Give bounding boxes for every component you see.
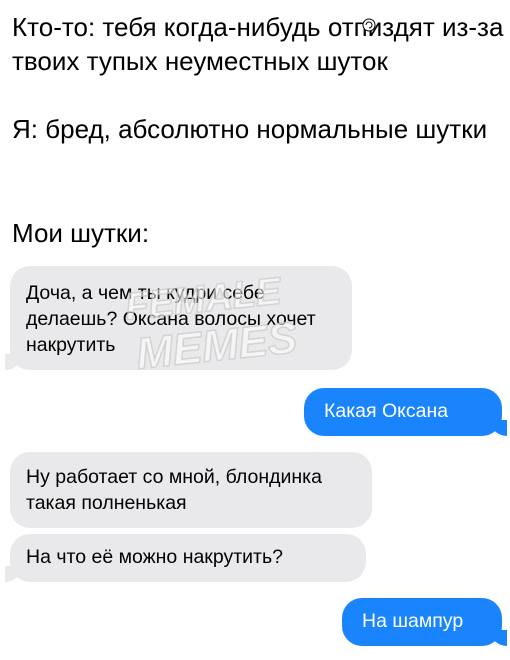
message-bubble-outgoing: На шампур <box>342 598 510 646</box>
message-text: На что её можно накрутить? <box>26 546 283 568</box>
message-bubble-incoming: На что её можно накрутить? <box>0 534 366 582</box>
message-bubble-outgoing: Какая Оксана <box>304 388 510 436</box>
caption-me: Я: бред, абсолютно нормальные шутки <box>12 114 488 144</box>
message-text: Ну работает со мной, блондинка такая пол… <box>26 466 322 514</box>
bubble-tail <box>0 350 21 370</box>
message-text: Доча, а чем ты кудри себе делаешь? Оксан… <box>26 282 316 356</box>
message-bubble-incoming: Доча, а чем ты кудри себе делаешь? Оксан… <box>0 266 352 370</box>
bubble-tail <box>491 626 510 646</box>
caption-someone: Кто-то: тебя когда-нибудь отпиздят из-за… <box>12 12 504 76</box>
censor-icon <box>362 18 376 32</box>
message-text: На шампур <box>362 610 464 632</box>
bubble-tail <box>0 562 21 582</box>
caption-my-jokes: Мои шутки: <box>12 218 150 248</box>
message-text: Какая Оксана <box>324 400 449 422</box>
message-bubble-incoming: Ну работает со мной, блондинка такая пол… <box>10 452 372 528</box>
bubble-tail <box>491 416 510 436</box>
